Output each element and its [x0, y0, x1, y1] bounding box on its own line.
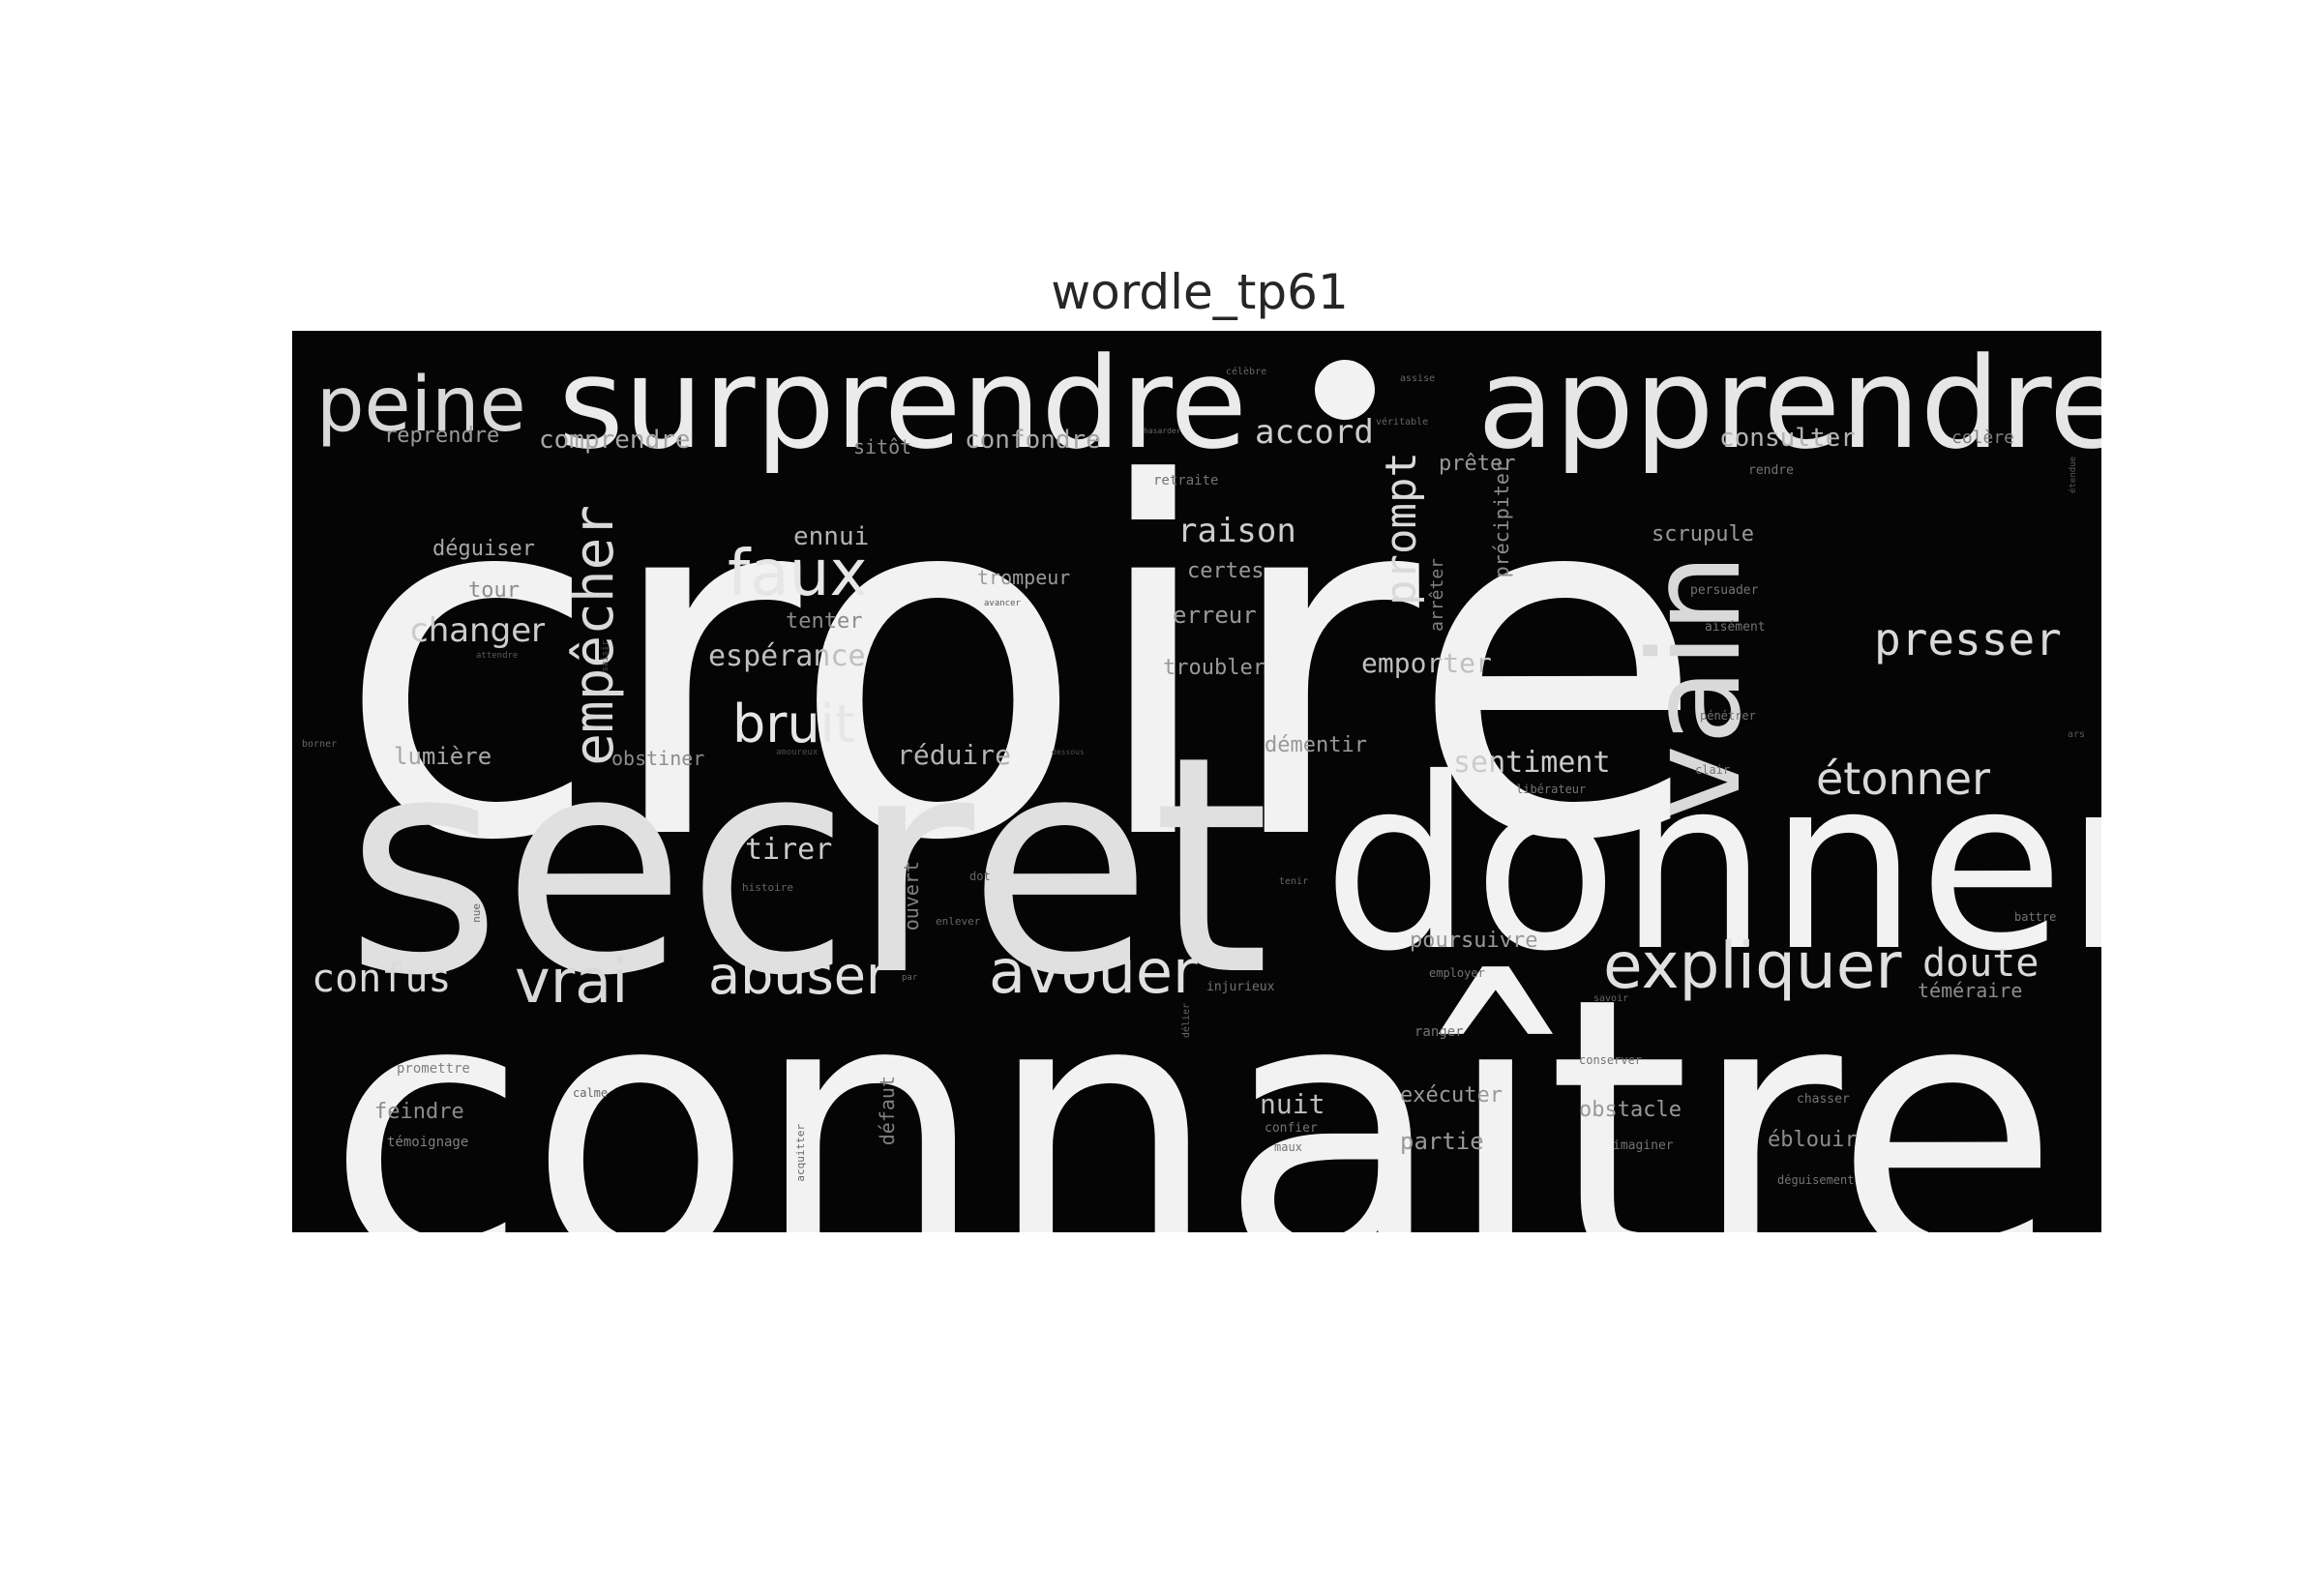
- word-etendue: étendue: [2069, 457, 2078, 493]
- word-deguisement: déguisement: [1777, 1173, 1855, 1187]
- word-esperance: espérance: [708, 639, 866, 673]
- word-expliquer: expliquer: [1603, 929, 1902, 1003]
- wordcloud-title: wordle_tp61: [1051, 264, 1349, 320]
- word-savoir: savoir: [1593, 993, 1629, 1004]
- word-ranger: ranger: [1414, 1024, 1464, 1040]
- word-rendre: rendre: [1748, 463, 1794, 478]
- word-ouvert: ouvert: [900, 861, 923, 931]
- word-changer: changer: [410, 611, 546, 650]
- word-etonner: étonner: [1816, 753, 1991, 805]
- word-acquitter: acquitter: [794, 1124, 807, 1182]
- word-hasarder: hasarder: [1144, 427, 1181, 435]
- word-battre: battre: [2014, 910, 2057, 924]
- word-par: par: [902, 973, 918, 983]
- word-consulter: consulter: [1719, 424, 1856, 453]
- word-reprendre: reprendre: [384, 424, 500, 448]
- word-conserver: conserver: [1579, 1053, 1643, 1067]
- word-cloud: croire connaître secret donner surprendre app…: [292, 331, 2101, 1232]
- word-amoureux: amoureux: [776, 748, 819, 757]
- word-precipiter: précipiter: [1490, 461, 1513, 578]
- word-avancer: avancer: [984, 599, 1021, 608]
- word-doute: doute: [1922, 941, 2039, 986]
- word-bruit: bruit: [732, 694, 855, 754]
- word-eblouir: éblouir: [1768, 1128, 1858, 1152]
- word-erreur: erreur: [1173, 602, 1257, 629]
- word-executer: exécuter: [1400, 1083, 1503, 1108]
- word-empecher: empêcher: [563, 505, 626, 766]
- word-scrupule: scrupule: [1652, 522, 1754, 547]
- word-delier: délier: [1181, 1003, 1192, 1039]
- word-arreter: arrêter: [1427, 558, 1447, 632]
- word-enlever: enlever: [936, 915, 981, 928]
- word-borner: borner: [302, 739, 338, 750]
- word-ennui: ennui: [793, 522, 870, 551]
- word-penetrer: pénétrer: [1700, 709, 1756, 723]
- word-attendre: attendre: [476, 651, 519, 661]
- word-employer: employer: [1429, 966, 1485, 980]
- word-raison: raison: [1177, 512, 1296, 550]
- word-deguiser: déguiser: [432, 537, 535, 561]
- word-dot: dot: [969, 870, 991, 883]
- word-confondre: confondre: [965, 426, 1101, 455]
- word-promettre: promettre: [397, 1061, 470, 1077]
- word-dementir: démentir: [1265, 733, 1367, 757]
- word-sentiment: sentiment: [1453, 746, 1611, 780]
- word-presser: presser: [1874, 613, 2062, 665]
- word-lumiere: lumière: [394, 743, 492, 770]
- word-obstiner: obstiner: [611, 747, 705, 770]
- word-saisir: saisir: [601, 640, 610, 672]
- word-assise: assise: [1400, 373, 1436, 384]
- dot-mark: [1315, 360, 1375, 420]
- word-histoire: histoire: [742, 881, 793, 894]
- word-accord: accord: [1255, 413, 1374, 452]
- word-tirer: tirer: [745, 833, 833, 867]
- word-defaut: défaut: [876, 1076, 899, 1146]
- word-injurieux: injurieux: [1206, 980, 1275, 994]
- word-retraite: retraite: [1153, 473, 1219, 488]
- word-tour: tour: [468, 578, 520, 603]
- word-temeraire: téméraire: [1918, 979, 2023, 1002]
- word-certes: certes: [1187, 559, 1265, 583]
- word-imaginer: imaginer: [1613, 1138, 1674, 1153]
- word-troubler: troubler: [1163, 656, 1265, 680]
- word-nuit: nuit: [1260, 1088, 1325, 1120]
- word-tenter: tenter: [786, 609, 863, 634]
- word-maux: maux: [1274, 1140, 1302, 1154]
- word-partie: partie: [1400, 1128, 1484, 1155]
- word-colere: colère: [1951, 428, 2015, 448]
- word-reduire: réduire: [897, 739, 1012, 771]
- word-liberateur: libérateur: [1516, 783, 1587, 796]
- word-prompt: prompt: [1377, 452, 1426, 606]
- word-clair: clair: [1695, 763, 1731, 777]
- word-temoignage: témoignage: [387, 1135, 469, 1150]
- word-calme: calme: [573, 1086, 609, 1100]
- word-tenir: tenir: [1279, 876, 1309, 887]
- word-comprendre: comprendre: [539, 426, 691, 455]
- word-veritable: véritable: [1376, 417, 1429, 428]
- word-dessous: dessous: [1052, 748, 1085, 756]
- word-nue: nue: [470, 903, 483, 923]
- word-aisement: aisément: [1705, 620, 1766, 635]
- word-celebre: célèbre: [1226, 367, 1267, 377]
- word-poursuivre: poursuivre: [1410, 929, 1538, 953]
- word-obstacle: obstacle: [1579, 1098, 1682, 1122]
- word-trompeur: trompeur: [977, 566, 1071, 589]
- word-abuser: abuser: [708, 945, 888, 1006]
- word-avouer: avouer: [989, 936, 1198, 1007]
- word-emporter: emporter: [1361, 647, 1492, 679]
- word-confier: confier: [1265, 1121, 1318, 1136]
- word-chasser: chasser: [1797, 1092, 1850, 1107]
- word-feindre: feindre: [374, 1100, 464, 1124]
- word-sitot: sitôt: [853, 435, 912, 458]
- word-confus: confus: [312, 957, 452, 1001]
- word-vrai: vrai: [515, 946, 629, 1017]
- word-persuader: persuader: [1690, 583, 1759, 598]
- word-ars: ars: [2068, 729, 2086, 740]
